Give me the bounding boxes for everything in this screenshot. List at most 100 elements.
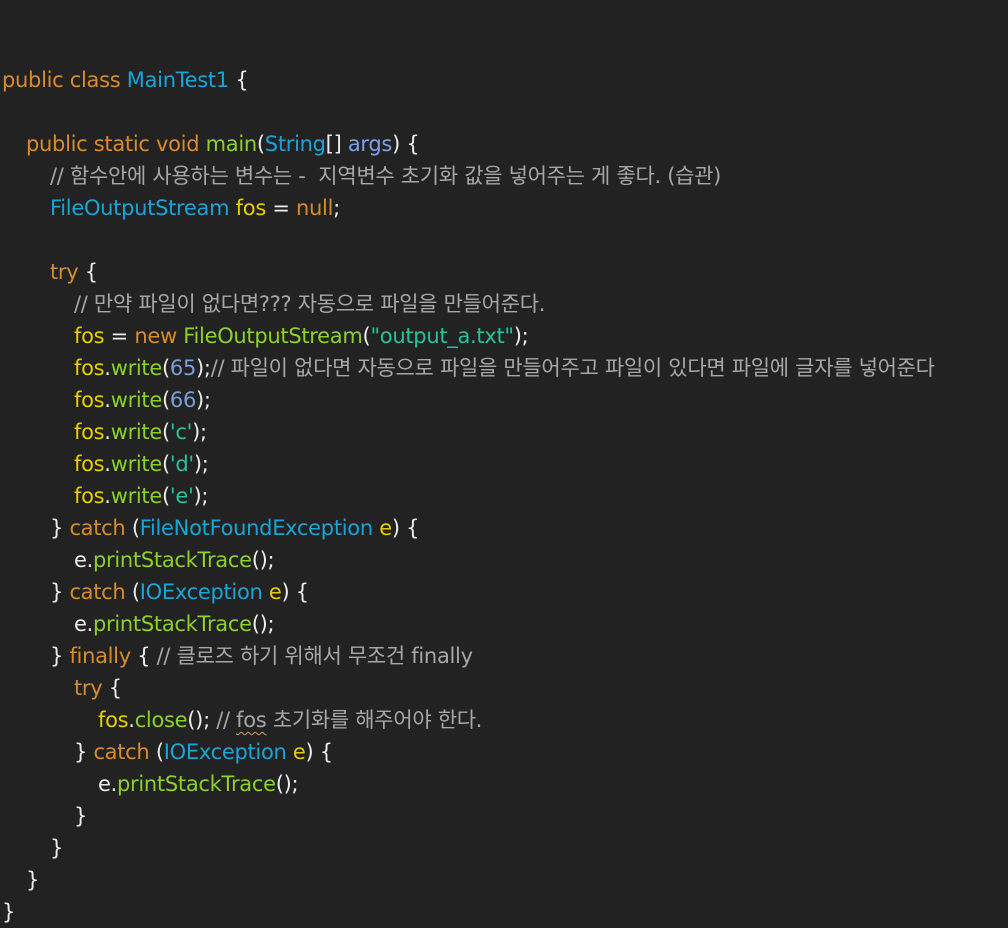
code-token: MainTest1 (126, 68, 229, 92)
code-token: fos (235, 196, 267, 220)
code-token: } (74, 804, 88, 828)
code-token: ) { (391, 516, 420, 540)
code-token: ( (162, 356, 170, 380)
code-line[interactable]: try { (2, 672, 1008, 704)
code-token: ); (196, 388, 211, 412)
code-token: try (74, 676, 103, 700)
code-line[interactable] (2, 96, 1008, 128)
code-token: ( (125, 516, 140, 540)
code-token: public static void (26, 132, 206, 156)
code-token: 'c' (169, 420, 193, 444)
code-token: ); (513, 324, 529, 348)
code-line[interactable]: // 함수안에 사용하는 변수는 - 지역변수 초기화 값을 넣어주는 게 좋다… (2, 160, 1008, 192)
code-token: ( (162, 452, 170, 476)
code-line[interactable]: } catch (FileNotFoundException e) { (2, 512, 1008, 544)
code-token: IOException (163, 740, 287, 764)
code-token: // 만약 파일이 없다면??? 자동으로 파일을 만들어준다. (74, 292, 546, 316)
code-line[interactable]: } (2, 832, 1008, 864)
code-token: args (347, 132, 393, 156)
code-token: FileOutputStream (183, 324, 363, 348)
code-token: printStackTrace (117, 772, 276, 796)
code-token: ) { (392, 132, 420, 156)
code-token: ( (125, 580, 140, 604)
code-token: 'e' (169, 484, 194, 508)
code-token: } (50, 644, 70, 668)
code-token: ( (162, 484, 170, 508)
code-token: IOException (139, 580, 263, 604)
code-line[interactable] (2, 32, 1008, 64)
code-line[interactable]: e.printStackTrace(); (2, 544, 1008, 576)
code-token: write (110, 484, 163, 508)
code-token: catch (69, 516, 126, 540)
code-token: ( (256, 132, 265, 156)
code-token: } (50, 580, 70, 604)
code-token: e (74, 612, 87, 636)
code-token: write (110, 388, 163, 412)
code-token: (); (251, 548, 275, 572)
code-token: ); (192, 420, 207, 444)
code-token: fos (74, 452, 105, 476)
code-line[interactable]: public static void main(String[] args) { (2, 128, 1008, 160)
code-line[interactable]: } (2, 864, 1008, 896)
code-token: ); (193, 452, 209, 476)
code-token: } (50, 836, 64, 860)
code-token: 초기화를 해주어야 한다. (266, 708, 483, 732)
code-line[interactable]: } (2, 800, 1008, 832)
code-line[interactable]: public class MainTest1 { (2, 64, 1008, 96)
code-line[interactable]: fos.close(); // fos 초기화를 해주어야 한다. (2, 704, 1008, 736)
code-line[interactable]: FileOutputStream fos = null; (2, 192, 1008, 224)
code-token: ( (149, 740, 164, 764)
code-token: } (26, 868, 40, 892)
code-line[interactable]: fos.write('e'); (2, 480, 1008, 512)
code-token: null (296, 196, 334, 220)
code-line[interactable]: } catch (IOException e) { (2, 576, 1008, 608)
code-token: String (264, 132, 326, 156)
code-line[interactable]: } finally { // 클로즈 하기 위해서 무조건 finally (2, 640, 1008, 672)
code-token: ; (333, 196, 340, 220)
code-token: (); (251, 612, 275, 636)
code-token: // (216, 708, 237, 732)
code-token: { (228, 68, 249, 92)
code-token: e (74, 548, 87, 572)
code-token: write (110, 420, 163, 444)
code-line[interactable]: e.printStackTrace(); (2, 608, 1008, 640)
code-line[interactable]: fos.write(66); (2, 384, 1008, 416)
code-token: // 파일이 없다면 자동으로 파일을 만들어주고 파일이 있다면 파일에 글자… (210, 356, 935, 380)
code-token: write (110, 356, 163, 380)
code-token: { (102, 676, 122, 700)
code-token: fos (74, 484, 105, 508)
code-token: printStackTrace (93, 548, 252, 572)
code-line[interactable]: fos.write(65);// 파일이 없다면 자동으로 파일을 만들어주고 … (2, 352, 1008, 384)
code-token: } (50, 516, 70, 540)
code-token: e (268, 580, 282, 604)
code-editor[interactable]: public class MainTest1 { public static vo… (0, 0, 1008, 928)
code-token: FileOutputStream (50, 196, 230, 220)
code-token: ( (162, 420, 170, 444)
code-token: write (110, 452, 163, 476)
code-token: { (130, 644, 157, 668)
code-line[interactable]: // 만약 파일이 없다면??? 자동으로 파일을 만들어준다. (2, 288, 1008, 320)
code-token: } (2, 900, 16, 924)
code-line[interactable]: try { (2, 256, 1008, 288)
code-line[interactable]: fos.write('d'); (2, 448, 1008, 480)
code-token: (); (187, 708, 217, 732)
code-line[interactable]: fos = new FileOutputStream("output_a.txt… (2, 320, 1008, 352)
code-token: close (134, 708, 188, 732)
code-token: catch (69, 580, 126, 604)
code-token: // 클로즈 하기 위해서 무조건 finally (156, 644, 473, 668)
code-token: // 함수안에 사용하는 변수는 - 지역변수 초기화 값을 넣어주는 게 좋다… (50, 164, 722, 188)
code-token: fos (74, 356, 105, 380)
code-line[interactable] (2, 224, 1008, 256)
code-token: try (50, 260, 79, 284)
code-area[interactable]: public class MainTest1 { public static vo… (2, 32, 1008, 928)
code-token: ); (193, 484, 209, 508)
code-token: "output_a.txt" (370, 324, 514, 348)
code-token: fos (74, 324, 105, 348)
code-token: [] (325, 132, 348, 156)
code-line[interactable]: } (2, 896, 1008, 928)
code-token: main (205, 132, 258, 156)
code-line[interactable]: e.printStackTrace(); (2, 768, 1008, 800)
code-line[interactable]: } catch (IOException e) { (2, 736, 1008, 768)
code-token: new (134, 324, 177, 348)
code-line[interactable]: fos.write('c'); (2, 416, 1008, 448)
